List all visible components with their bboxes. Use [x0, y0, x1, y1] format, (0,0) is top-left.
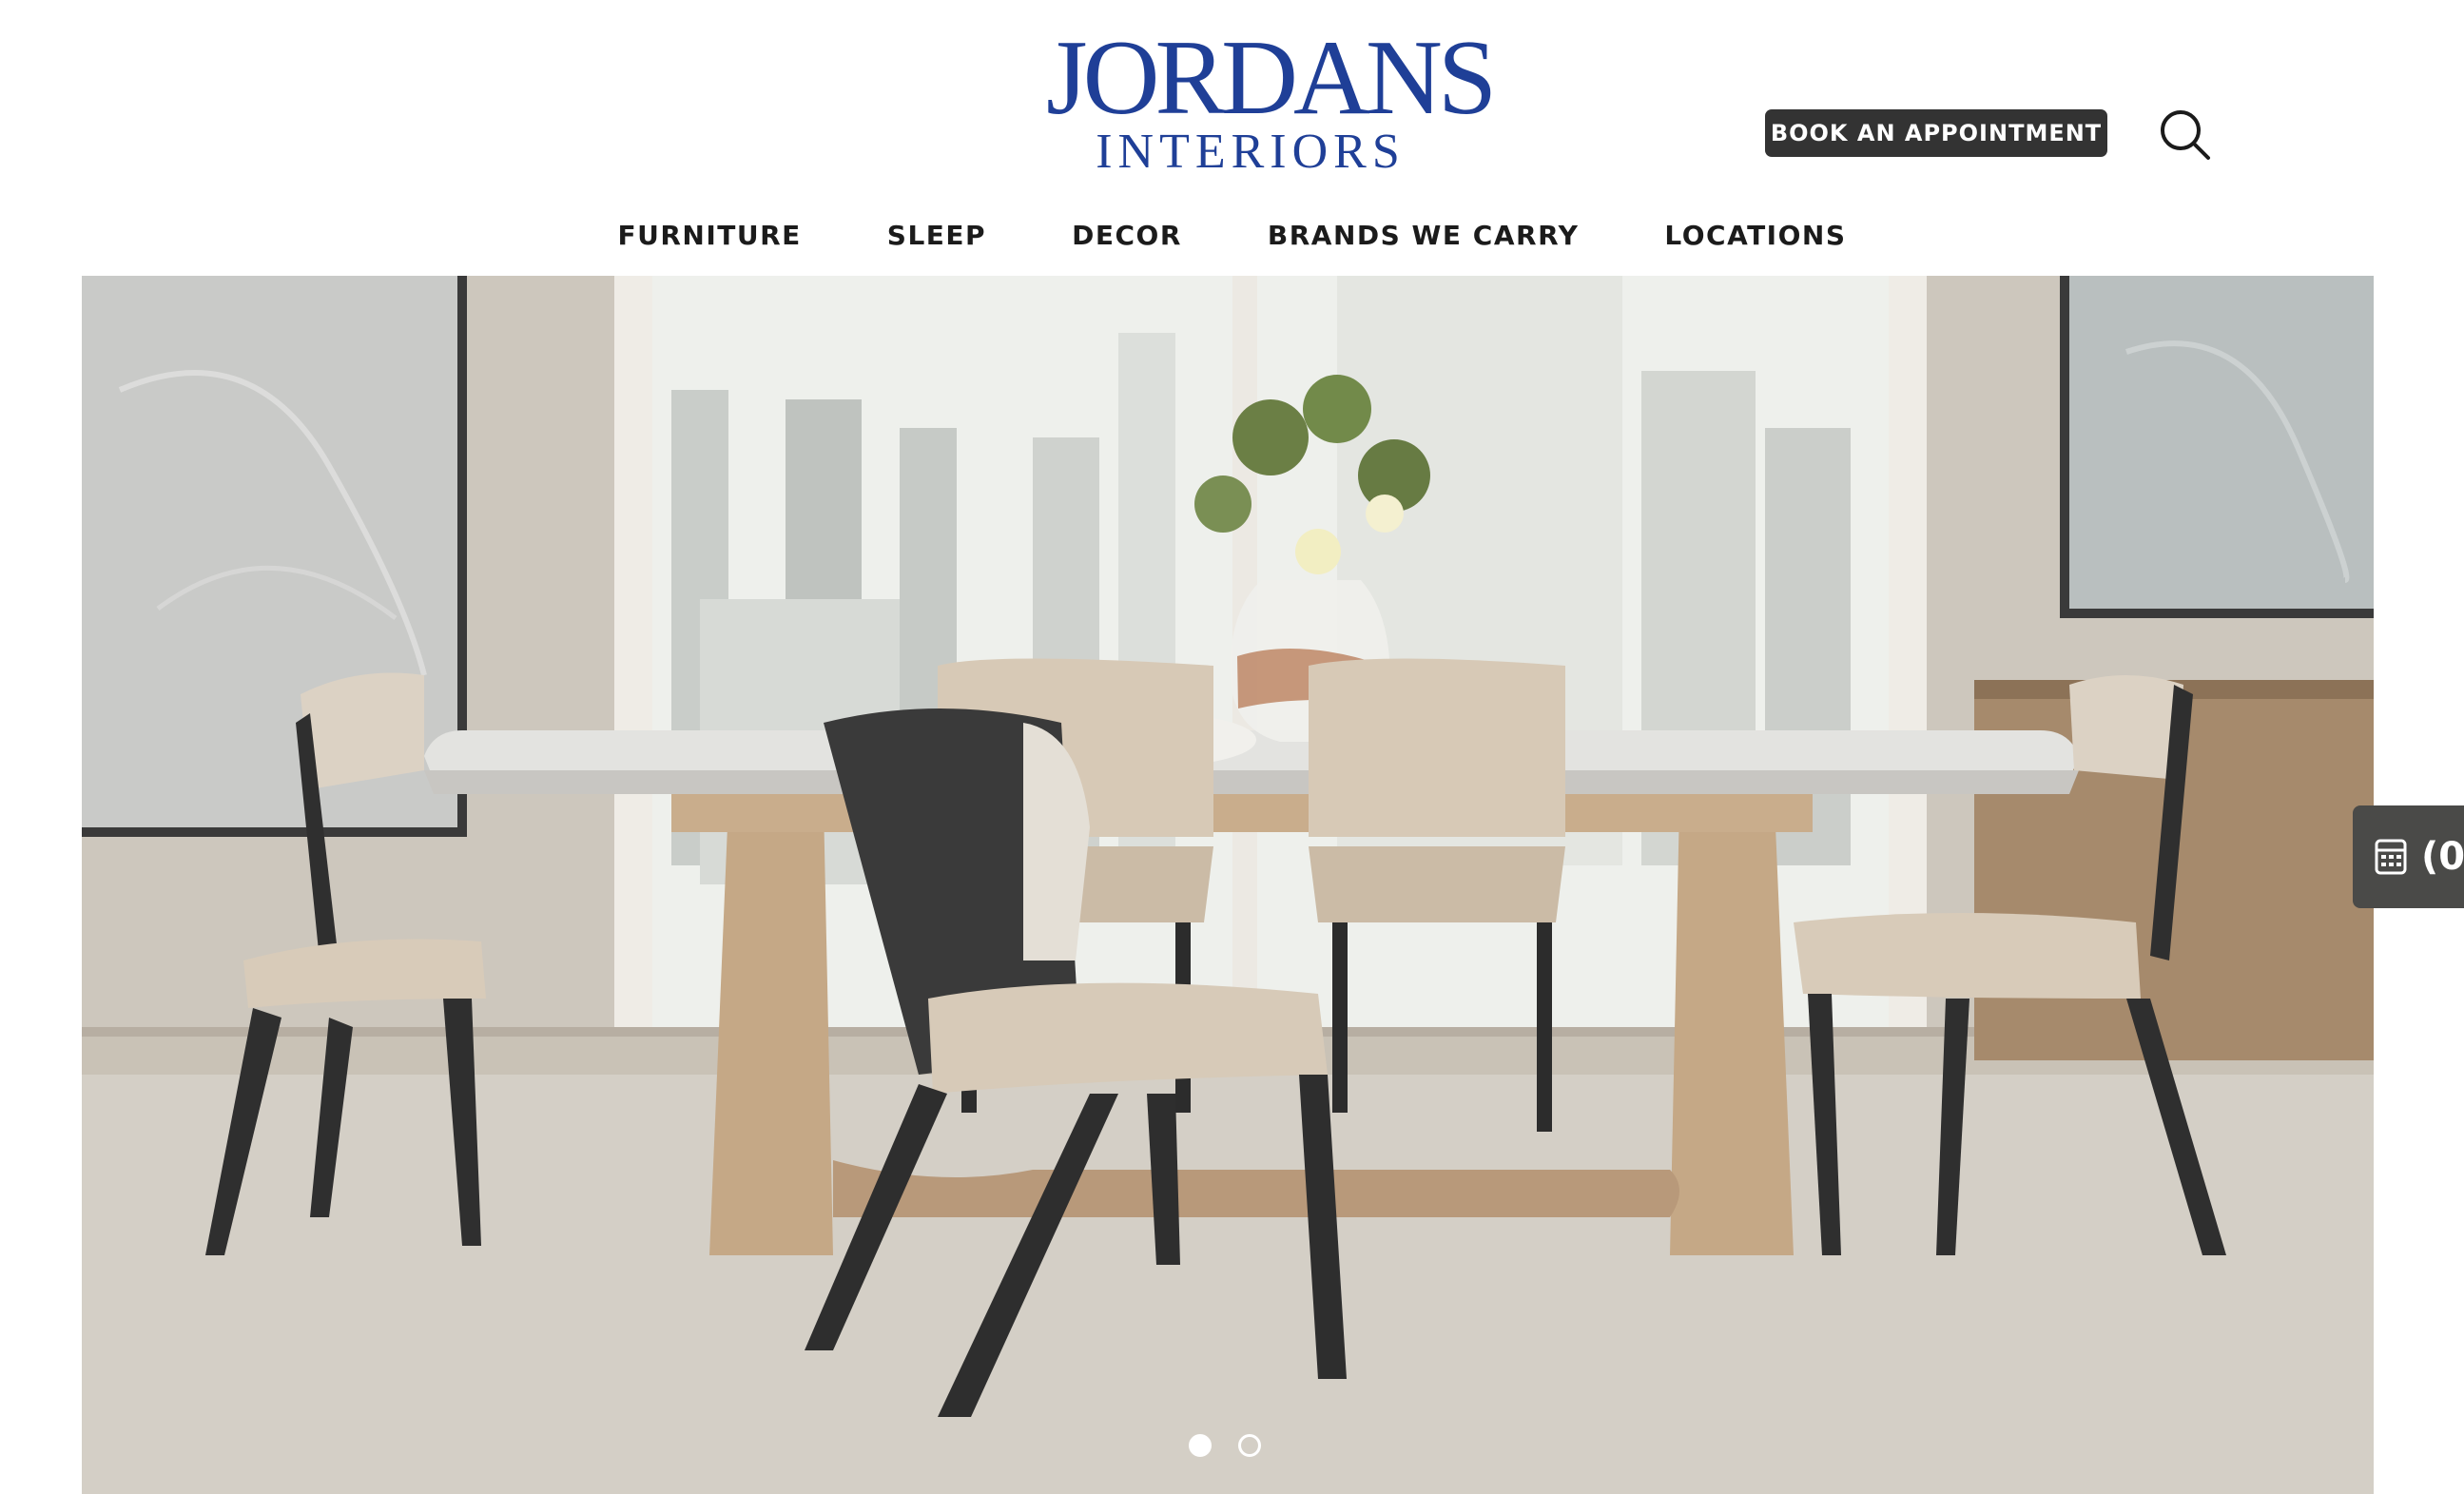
search-icon[interactable]: [2157, 107, 2212, 162]
hero-image: [82, 276, 2374, 1494]
nav-item-brands-we-carry[interactable]: BRANDS WE CARRY: [1225, 211, 1622, 264]
nav-item-decor[interactable]: DECOR: [1029, 211, 1225, 264]
main-nav: FURNITURE SLEEP DECOR BRANDS WE CARRY LO…: [0, 211, 2464, 264]
floating-side-tab[interactable]: (0: [2353, 805, 2464, 908]
logo-wordmark: JORDANS: [1046, 19, 1497, 137]
slider-dot-1[interactable]: [1189, 1434, 1212, 1457]
slider-dot-2[interactable]: [1238, 1434, 1261, 1457]
side-tab-label: (0: [2421, 835, 2464, 879]
brand-logo[interactable]: JORDANS INTERIORS: [1046, 19, 1497, 177]
nav-item-sleep[interactable]: SLEEP: [844, 211, 1029, 264]
logo-subtitle: INTERIORS: [1096, 125, 1406, 179]
book-appointment-button[interactable]: BOOK AN APPOINTMENT: [1765, 109, 2107, 157]
slider-dots: [1189, 1434, 1261, 1457]
nav-item-furniture[interactable]: FURNITURE: [574, 211, 844, 264]
nav-item-locations[interactable]: LOCATIONS: [1621, 211, 1889, 264]
hero-slider[interactable]: [82, 276, 2374, 1494]
calculator-icon: [2375, 839, 2407, 875]
